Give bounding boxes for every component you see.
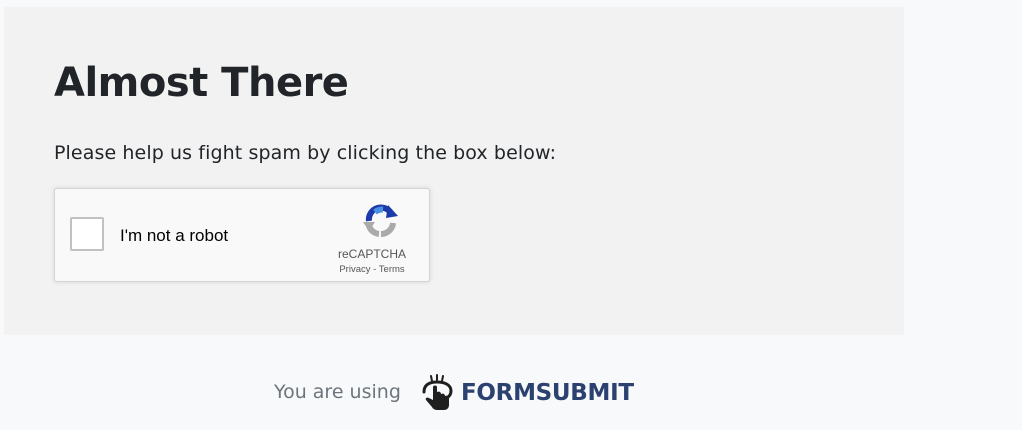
page-title: Almost There	[54, 60, 349, 106]
links-separator: -	[370, 264, 379, 275]
instructions-text: Please help us fight spam by clicking th…	[54, 142, 557, 164]
footer-prefix-text: You are using	[274, 381, 401, 403]
recaptcha-widget: I'm not a robot reCAPTCHA Privacy - Term…	[54, 188, 430, 282]
formsubmit-wordmark: FORMSUBMIT	[461, 380, 634, 406]
recaptcha-links: Privacy - Terms	[317, 264, 427, 275]
pointing-hand-icon	[422, 374, 453, 410]
footer: You are using FORMSUBMIT	[0, 372, 904, 416]
recaptcha-checkbox[interactable]	[70, 217, 104, 251]
recaptcha-privacy-link[interactable]: Privacy	[339, 264, 370, 275]
recaptcha-arrows-icon	[363, 204, 398, 238]
recaptcha-terms-link[interactable]: Terms	[379, 264, 405, 275]
verification-card: Almost There Please help us fight spam b…	[4, 7, 904, 335]
recaptcha-label: I'm not a robot	[120, 226, 229, 245]
recaptcha-brand-text: reCAPTCHA	[337, 247, 406, 261]
